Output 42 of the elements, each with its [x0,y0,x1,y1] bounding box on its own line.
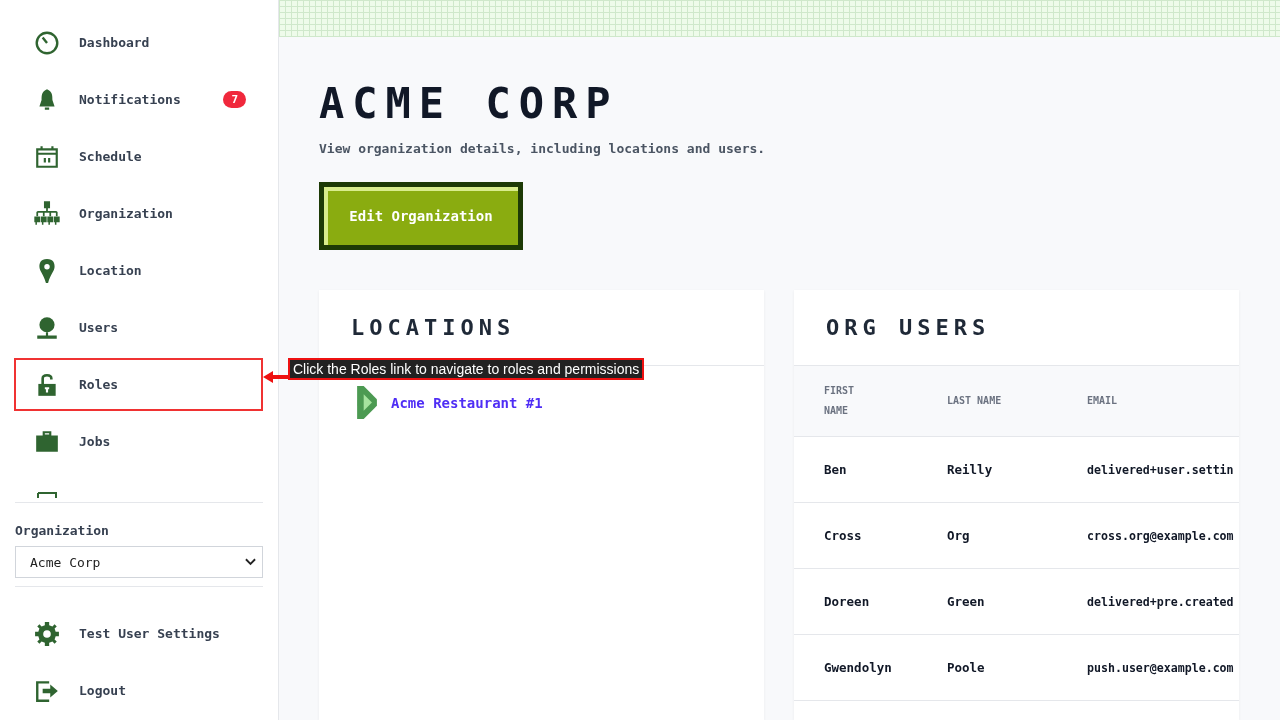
nav-link[interactable]: Users [14,299,263,356]
table-cell-text: Poole [947,660,986,675]
nav-link[interactable]: Test User Settings [14,605,263,662]
play-icon [357,386,377,419]
gauge-icon [34,29,60,56]
nav-link[interactable]: Location [14,242,263,299]
chevron-down-icon [245,558,256,566]
table-cell-text: Ben [824,462,848,477]
table-cell-text: Doreen [824,594,871,609]
table-cell-text: delivered+user.settin [1087,462,1235,477]
field-label: Organization [15,523,110,538]
table-cell-text: cross.org@example.com [1087,528,1235,543]
briefcase-icon [34,428,60,455]
nav-link[interactable]: Logout [14,662,263,719]
nav-link[interactable]: Organization [14,185,263,242]
annotation-arrow [263,371,289,383]
table-cell-text: Green [947,594,986,609]
table-cell-text: Gwendolyn [824,660,893,675]
restaurant-link[interactable]: Acme Restaurant #1 [391,394,543,411]
column-header: EMAIL [1087,394,1119,408]
page-subtitle: View organization details, including locations and users. [319,141,766,156]
table-cell-text: Cross [824,528,863,543]
organization-select[interactable]: Acme Corp [15,546,263,578]
page-title: ACME CORP [319,81,619,127]
gear-icon [34,620,60,647]
nav-link[interactable]: Schedule [14,128,263,185]
table-cell-text: delivered+pre.created [1087,594,1235,609]
table-cell-text: push.user@example.com [1087,660,1235,675]
org-chart-icon [34,200,60,227]
annotation-tooltip: Click the Roles link to navigate to roles and permissions [288,358,645,380]
card-title: LOCATIONS [351,315,516,340]
column-header: FIRST NAME [824,384,856,418]
nav-link[interactable]: Dashboard [14,14,263,71]
nav-link[interactable]: Jobs [14,413,263,470]
user-icon [34,314,60,341]
column-header: LAST NAME [947,394,1003,408]
nav-link[interactable]: Notifications 7 [14,71,263,128]
notification-badge: 7 [223,91,246,108]
card-title: ORG USERS [826,315,991,340]
table-cell-text: Org [947,528,971,543]
table-cell-text: Reilly [947,462,994,477]
nav-link[interactable]: Roles [14,358,263,411]
